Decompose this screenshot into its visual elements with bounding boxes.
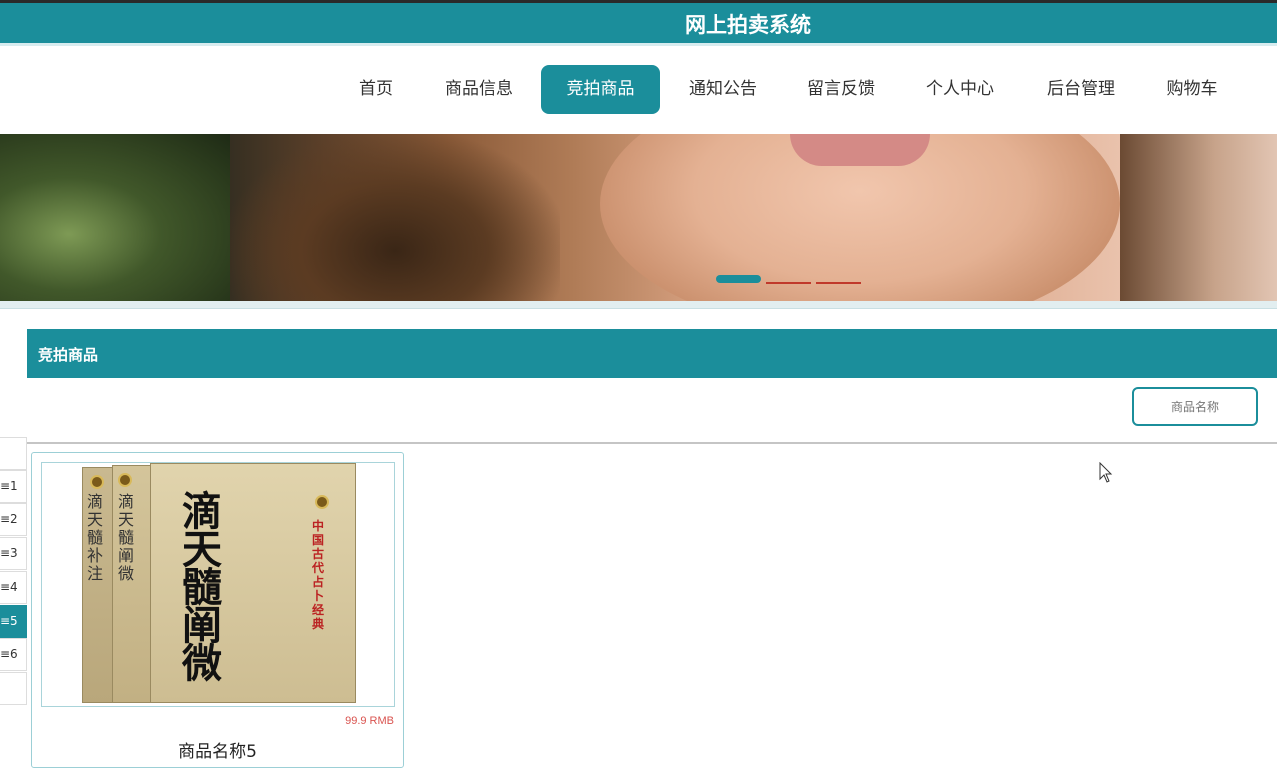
book-spine-title: 滴天髓阐微 [118,492,135,583]
search-input[interactable] [1132,387,1258,426]
nav-cart[interactable]: 购物车 [1156,65,1228,114]
pager-item[interactable]: ≡3 [0,537,27,570]
pager-item[interactable]: ≡1 [0,470,27,503]
banner-image-lips [790,134,930,166]
book-spine-title: 滴天髓补注 [87,492,104,583]
carousel-dot-2[interactable] [766,275,811,284]
site-header: 网上拍卖系统 [0,3,1277,43]
carousel-dot-1[interactable] [716,275,761,283]
nav-notices[interactable]: 通知公告 [678,65,768,114]
carousel-dot-3[interactable] [816,275,861,284]
site-title: 网上拍卖系统 [685,13,811,37]
product-name[interactable]: 商品名称5 [32,737,403,762]
main-nav: 首页 商品信息 竞拍商品 通知公告 留言反馈 个人中心 后台管理 购物车 [0,46,1277,134]
nav-user-center[interactable]: 个人中心 [915,65,1005,114]
content-divider [27,442,1277,444]
pager-item[interactable]: ≡6 [0,638,27,671]
nav-admin[interactable]: 后台管理 [1036,65,1126,114]
product-price: 99.9 RMB [345,715,394,727]
mouse-cursor-icon [1099,462,1113,483]
product-image: 滴天髓补注 滴天髓阐微 滴天髓阐微 中国古代占卜经典 [41,462,395,707]
pager-item[interactable]: ≡2 [0,503,27,536]
book-ring-icon [90,475,104,489]
banner-image-hair [230,134,560,301]
pager-item-active[interactable]: ≡5 [0,605,27,638]
nav-feedback[interactable]: 留言反馈 [796,65,886,114]
book-cover-title: 滴天髓阐微 [182,488,222,687]
pager-item[interactable] [0,672,27,705]
banner-carousel[interactable] [0,134,1277,301]
pager-item[interactable]: ≡4 [0,571,27,604]
book-cover-subtitle: 中国古代占卜经典 [312,519,325,631]
side-pager: ≡1 ≡2 ≡3 ≡4 ≡5 ≡6 [0,437,28,705]
book-ring-icon [118,473,132,487]
nav-products[interactable]: 商品信息 [434,65,524,114]
pager-item[interactable] [0,437,27,470]
nav-home[interactable]: 首页 [346,65,406,114]
banner-image-hair-right [1120,134,1277,301]
product-card[interactable]: 滴天髓补注 滴天髓阐微 滴天髓阐微 中国古代占卜经典 99.9 RMB 商品名称… [31,452,404,768]
section-header: 竞拍商品 [27,329,1277,378]
banner-divider [0,301,1277,309]
banner-image-leaves [0,134,230,301]
nav-auction-products[interactable]: 竞拍商品 [541,65,660,114]
book-ring-icon [315,495,329,509]
section-title: 竞拍商品 [38,346,99,364]
